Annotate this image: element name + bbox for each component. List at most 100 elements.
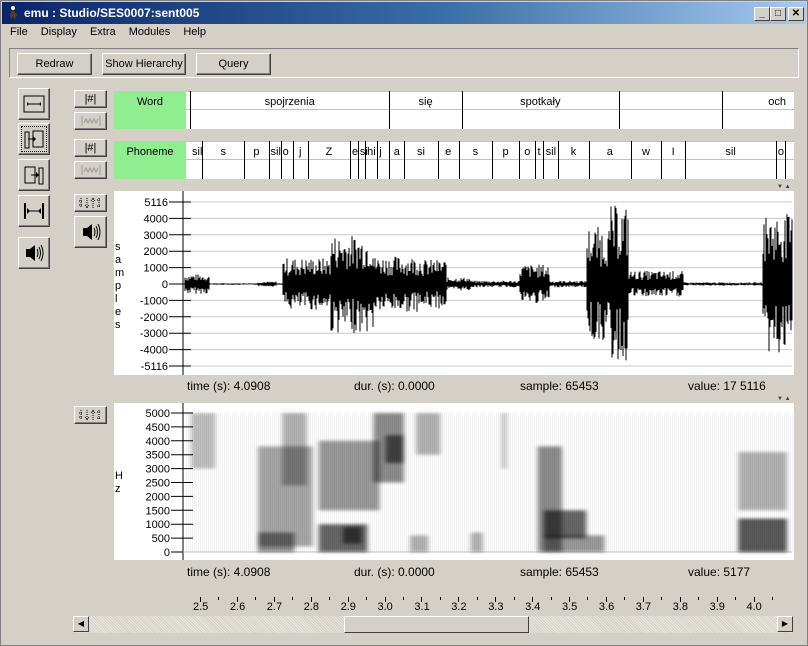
phoneme-boundary[interactable] bbox=[492, 141, 493, 179]
query-button[interactable]: Query bbox=[196, 53, 271, 75]
phoneme-boundary[interactable] bbox=[389, 141, 391, 179]
phoneme-tier[interactable]: Phoneme sil s p sil o j Ze si hi j a si e s p o t sil k a w I… bbox=[114, 141, 794, 179]
phoneme-segment-label[interactable]: sil bbox=[192, 146, 202, 158]
word-segment-label[interactable]: się bbox=[419, 96, 433, 108]
redraw-button[interactable]: Redraw bbox=[17, 53, 92, 75]
phoneme-boundary[interactable] bbox=[268, 141, 270, 179]
minimize-button[interactable]: _ bbox=[754, 7, 770, 21]
phoneme-boundary[interactable] bbox=[202, 141, 204, 179]
phoneme-boundary[interactable] bbox=[458, 141, 460, 179]
menu-help[interactable]: Help bbox=[178, 25, 211, 39]
phoneme-segment-label[interactable]: sil bbox=[725, 146, 735, 158]
menu-modules[interactable]: Modules bbox=[124, 25, 176, 39]
phoneme-segment-label[interactable]: sil bbox=[271, 146, 281, 158]
word-boundary[interactable] bbox=[461, 91, 463, 129]
waveform-play-button[interactable] bbox=[74, 216, 107, 248]
waveform-time-readout: time (s): 4.0908 bbox=[187, 379, 271, 393]
phoneme-segment-label[interactable]: sil bbox=[546, 146, 556, 158]
spectrogram-panel[interactable]: Hz 5000 4500 4000 3500 3000 2500 2000 1500 1000 5… bbox=[114, 403, 794, 560]
menu-file[interactable]: File bbox=[5, 25, 33, 39]
word-segment-label[interactable]: spotkały bbox=[520, 96, 560, 108]
show-hierarchy-button[interactable]: Show Hierarchy bbox=[102, 53, 186, 75]
phoneme-boundary[interactable] bbox=[437, 141, 439, 179]
time-axis-label: 2.9 bbox=[340, 601, 356, 613]
phoneme-boundary[interactable] bbox=[280, 141, 282, 179]
scroll-right-button[interactable]: ▶ bbox=[777, 616, 793, 632]
phoneme-boundary[interactable] bbox=[543, 141, 545, 179]
phoneme-boundary[interactable] bbox=[784, 141, 786, 179]
scrollbar-thumb[interactable] bbox=[343, 616, 530, 633]
close-button[interactable]: ✕ bbox=[788, 7, 804, 21]
zoom-fit-button[interactable] bbox=[18, 88, 50, 120]
spectrogram-y-tick-label: 4000 bbox=[146, 436, 170, 448]
phoneme-boundary[interactable] bbox=[365, 141, 367, 179]
phoneme-boundary[interactable] bbox=[775, 141, 777, 179]
phoneme-segment-label[interactable]: j bbox=[299, 146, 301, 158]
spectrogram-plot[interactable]: 5000450040003500300025002000150010005000 bbox=[114, 403, 794, 560]
phoneme-boundary[interactable] bbox=[357, 141, 359, 179]
play-all-button[interactable] bbox=[18, 237, 50, 269]
maximize-button[interactable]: □ bbox=[770, 7, 786, 21]
phoneme-segment-label[interactable]: w bbox=[642, 146, 650, 158]
phoneme-boundary[interactable] bbox=[588, 141, 590, 179]
word-segment-label[interactable]: och bbox=[768, 96, 786, 108]
phoneme-boundary[interactable] bbox=[244, 141, 246, 179]
waveform-y-tick-label: 2000 bbox=[144, 246, 168, 258]
phoneme-segment-label[interactable]: k bbox=[571, 146, 577, 158]
phoneme-segment-label[interactable]: o bbox=[524, 146, 530, 158]
waveform-panel[interactable]: samples 5116 4000 3000 2000 1000 0 -1000 -2000-… bbox=[114, 191, 794, 375]
word-tier-wave-button[interactable] bbox=[74, 112, 107, 130]
panel-resize-arrows[interactable]: ▼ ▲ bbox=[777, 396, 791, 402]
word-boundary[interactable] bbox=[721, 91, 723, 129]
align-right-button[interactable] bbox=[18, 159, 50, 191]
scroll-left-button[interactable]: ◀ bbox=[73, 616, 89, 632]
phoneme-segment-label[interactable]: si bbox=[417, 146, 425, 158]
panel-resize-arrows[interactable]: ▼ ▲ bbox=[777, 184, 791, 190]
horizontal-scrollbar[interactable] bbox=[73, 616, 793, 633]
align-left-button[interactable] bbox=[18, 123, 50, 155]
phoneme-boundary[interactable] bbox=[661, 141, 663, 179]
phoneme-segment-label[interactable]: t bbox=[537, 146, 540, 158]
word-tier-hash-button[interactable]: |#| bbox=[74, 90, 107, 108]
phoneme-segment-label[interactable]: I bbox=[672, 146, 675, 158]
phoneme-boundary[interactable] bbox=[558, 141, 560, 179]
phoneme-boundary[interactable] bbox=[630, 141, 632, 179]
tier-label-phoneme: Phoneme bbox=[114, 141, 186, 179]
menu-extra[interactable]: Extra bbox=[85, 25, 121, 39]
phoneme-segment-label[interactable]: p bbox=[503, 146, 509, 158]
phoneme-segment-label[interactable]: j bbox=[379, 146, 381, 158]
title-bar: emu : Studio/SES0007:sent005 _ □ ✕ bbox=[2, 2, 806, 24]
word-segment-label[interactable]: spojrzenia bbox=[265, 96, 315, 108]
phoneme-segment-label[interactable]: Z bbox=[326, 146, 333, 158]
phoneme-boundary[interactable] bbox=[350, 141, 352, 179]
waveform-value-readout: value: 17 5116 bbox=[688, 379, 766, 393]
phoneme-segment-label[interactable]: a bbox=[394, 146, 400, 158]
word-tier[interactable]: Word spojrzenia się spotkały och bbox=[114, 91, 794, 129]
phoneme-tier-wave-button[interactable] bbox=[74, 161, 107, 179]
phoneme-segment-label[interactable]: e bbox=[445, 146, 451, 158]
phoneme-tier-hash-button[interactable]: |#| bbox=[74, 139, 107, 157]
menu-bar: File Display Extra Modules Help bbox=[5, 25, 211, 43]
phoneme-segment-label[interactable]: p bbox=[253, 146, 259, 158]
phoneme-segment-label[interactable]: o bbox=[778, 146, 784, 158]
phoneme-segment-label[interactable]: a bbox=[607, 146, 613, 158]
phoneme-segment-label[interactable]: s bbox=[473, 146, 479, 158]
word-boundary[interactable] bbox=[618, 91, 620, 129]
word-boundary[interactable] bbox=[190, 91, 191, 129]
phoneme-segment-label[interactable]: o bbox=[283, 146, 289, 158]
phoneme-boundary[interactable] bbox=[404, 141, 406, 179]
waveform-plot[interactable]: 5116 4000 3000 2000 1000 0 -1000 -2000 -3000 -400… bbox=[114, 191, 794, 375]
phoneme-boundary[interactable] bbox=[519, 141, 521, 179]
phoneme-boundary[interactable] bbox=[292, 141, 294, 179]
spectrogram-scale-button[interactable] bbox=[74, 406, 107, 424]
phoneme-segment-label[interactable]: s bbox=[220, 146, 226, 158]
waveform-scale-button[interactable] bbox=[74, 194, 107, 212]
phoneme-boundary[interactable] bbox=[307, 141, 309, 179]
expand-width-button[interactable] bbox=[18, 195, 50, 227]
phoneme-boundary[interactable] bbox=[535, 141, 537, 179]
word-boundary[interactable] bbox=[389, 91, 391, 129]
spectrogram-sample-readout: sample: 65453 bbox=[520, 565, 599, 579]
phoneme-segment-label[interactable]: hi bbox=[367, 146, 376, 158]
phoneme-boundary[interactable] bbox=[685, 141, 687, 179]
menu-display[interactable]: Display bbox=[36, 25, 82, 39]
